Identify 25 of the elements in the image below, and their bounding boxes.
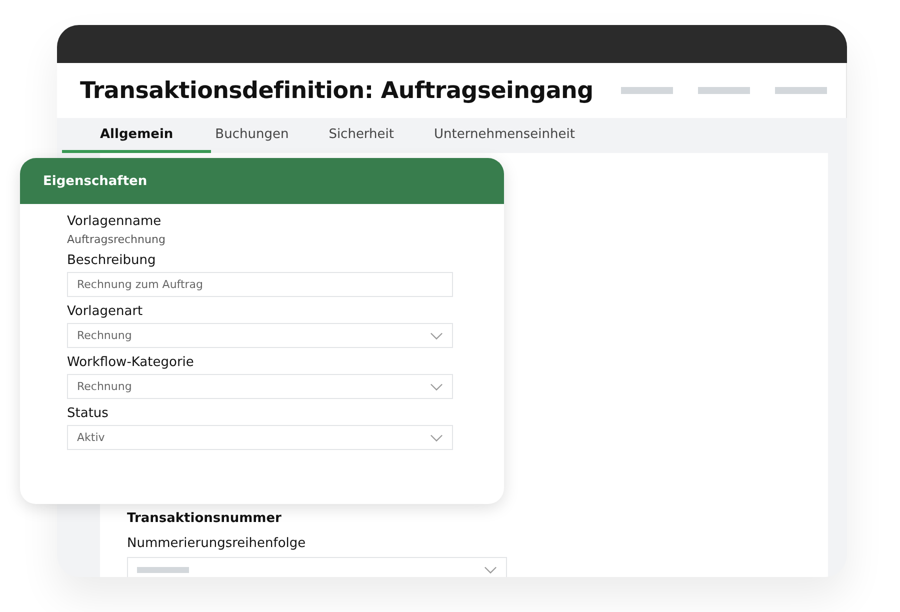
tab[interactable]: Sicherheit: [328, 118, 394, 153]
placeholder-bar: [621, 87, 673, 94]
dropdown-field[interactable]: Aktiv: [67, 425, 453, 450]
field-label: Vorlagenart: [67, 304, 144, 319]
input-field[interactable]: Rechnung zum Auftrag: [67, 272, 453, 297]
chevron-down-icon: [430, 434, 443, 442]
placeholder-bar: [698, 87, 750, 94]
field-label: Vorlagenname: [67, 214, 162, 229]
dropdown-field[interactable]: Rechnung: [67, 323, 453, 348]
window-title: Transaktionsdefinition: Auftragseingang: [80, 78, 594, 104]
field-label: Status: [67, 406, 110, 421]
field-value: Auftragsrechnung: [67, 233, 166, 246]
chevron-down-icon: [430, 382, 443, 390]
tab[interactable]: Unternehmenseinheit: [434, 118, 575, 153]
field-label: Nummerierungsreihenfolge: [127, 536, 307, 551]
dropdown-field[interactable]: [127, 557, 507, 577]
chevron-down-icon: [484, 566, 497, 574]
dropdown-field[interactable]: Rechnung: [67, 374, 453, 399]
card-title: Eigenschaften: [43, 174, 148, 188]
tab[interactable]: Buchungen: [215, 118, 289, 153]
field-label: Beschreibung: [67, 253, 157, 268]
field-label: Workflow-Kategorie: [67, 355, 195, 370]
section-title: Transaktionsnummer: [127, 511, 282, 526]
placeholder-bar: [775, 87, 827, 94]
chevron-down-icon: [430, 332, 443, 340]
